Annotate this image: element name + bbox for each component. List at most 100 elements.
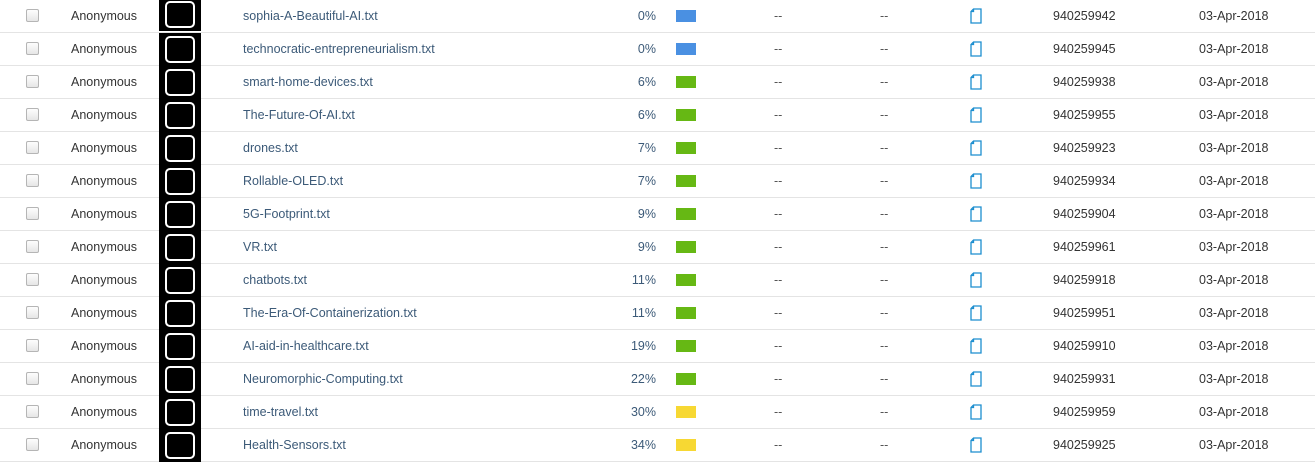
paper-title-link[interactable]: Neuromorphic-Computing.txt [243, 363, 403, 396]
grade-value: -- [774, 372, 783, 386]
table-row: Anonymous 5G-Footprint.txt 9% -- -- 9402… [0, 198, 1315, 231]
file-icon[interactable] [970, 437, 982, 453]
redacted-block [159, 231, 201, 264]
table-row: Anonymous technocratic-entrepreneurialis… [0, 33, 1315, 66]
table-row: Anonymous VR.txt 9% -- -- 940259961 03-A… [0, 231, 1315, 264]
paper-title-link[interactable]: drones.txt [243, 132, 298, 165]
similarity-color-bar [676, 307, 696, 319]
response-value: -- [880, 273, 889, 287]
submission-date: 03-Apr-2018 [1199, 174, 1269, 188]
submission-date: 03-Apr-2018 [1199, 141, 1269, 155]
similarity-percent[interactable]: 22% [616, 363, 656, 396]
similarity-percent[interactable]: 9% [616, 231, 656, 264]
grade-value: -- [774, 9, 783, 23]
paper-title-link[interactable]: chatbots.txt [243, 264, 307, 297]
paper-id: 940259938 [1053, 75, 1116, 89]
similarity-percent[interactable]: 30% [616, 396, 656, 429]
paper-id: 940259945 [1053, 42, 1116, 56]
file-icon[interactable] [970, 272, 982, 288]
row-checkbox[interactable] [26, 174, 39, 187]
table-row: Anonymous Rollable-OLED.txt 7% -- -- 940… [0, 165, 1315, 198]
paper-title-link[interactable]: time-travel.txt [243, 396, 318, 429]
paper-id: 940259910 [1053, 339, 1116, 353]
row-checkbox[interactable] [26, 75, 39, 88]
grade-value: -- [774, 240, 783, 254]
similarity-percent[interactable]: 11% [616, 297, 656, 330]
row-checkbox[interactable] [26, 339, 39, 352]
paper-title-link[interactable]: The-Future-Of-AI.txt [243, 99, 355, 132]
submission-date: 03-Apr-2018 [1199, 207, 1269, 221]
grade-value: -- [774, 42, 783, 56]
response-value: -- [880, 141, 889, 155]
grade-value: -- [774, 174, 783, 188]
redaction-mark [165, 102, 195, 129]
paper-title-link[interactable]: Health-Sensors.txt [243, 429, 346, 462]
similarity-color-bar [676, 76, 696, 88]
file-icon[interactable] [970, 206, 982, 222]
redaction-mark [165, 366, 195, 393]
paper-title-link[interactable]: sophia-A-Beautiful-AI.txt [243, 0, 378, 33]
similarity-percent[interactable]: 0% [616, 33, 656, 66]
paper-title-link[interactable]: AI-aid-in-healthcare.txt [243, 330, 369, 363]
paper-title-link[interactable]: VR.txt [243, 231, 277, 264]
table-row: Anonymous sophia-A-Beautiful-AI.txt 0% -… [0, 0, 1315, 33]
similarity-percent[interactable]: 7% [616, 132, 656, 165]
paper-id: 940259942 [1053, 9, 1116, 23]
row-checkbox[interactable] [26, 438, 39, 451]
redaction-mark [165, 36, 195, 63]
response-value: -- [880, 339, 889, 353]
paper-title-link[interactable]: 5G-Footprint.txt [243, 198, 330, 231]
row-checkbox[interactable] [26, 207, 39, 220]
paper-id: 940259951 [1053, 306, 1116, 320]
submission-date: 03-Apr-2018 [1199, 372, 1269, 386]
row-checkbox[interactable] [26, 42, 39, 55]
response-value: -- [880, 108, 889, 122]
paper-id: 940259934 [1053, 174, 1116, 188]
row-checkbox[interactable] [26, 141, 39, 154]
row-checkbox[interactable] [26, 108, 39, 121]
file-icon[interactable] [970, 338, 982, 354]
redacted-block [159, 99, 201, 132]
author-name: Anonymous [71, 240, 138, 254]
file-icon[interactable] [970, 74, 982, 90]
file-icon[interactable] [970, 305, 982, 321]
redaction-mark [165, 135, 195, 162]
file-icon[interactable] [970, 8, 982, 24]
row-checkbox[interactable] [26, 306, 39, 319]
paper-title-link[interactable]: The-Era-Of-Containerization.txt [243, 297, 417, 330]
row-checkbox[interactable] [26, 372, 39, 385]
redacted-block [159, 0, 201, 31]
file-icon[interactable] [970, 107, 982, 123]
similarity-percent[interactable]: 6% [616, 99, 656, 132]
similarity-percent[interactable]: 0% [616, 0, 656, 33]
similarity-percent[interactable]: 6% [616, 66, 656, 99]
paper-title-link[interactable]: technocratic-entrepreneurialism.txt [243, 33, 435, 66]
paper-id: 940259918 [1053, 273, 1116, 287]
paper-title-link[interactable]: Rollable-OLED.txt [243, 165, 343, 198]
submissions-table: Anonymous sophia-A-Beautiful-AI.txt 0% -… [0, 0, 1315, 462]
author-name: Anonymous [71, 339, 138, 353]
file-icon[interactable] [970, 41, 982, 57]
table-row: Anonymous Health-Sensors.txt 34% -- -- 9… [0, 429, 1315, 462]
similarity-color-bar [676, 175, 696, 187]
file-icon[interactable] [970, 404, 982, 420]
paper-title-link[interactable]: smart-home-devices.txt [243, 66, 373, 99]
similarity-color-bar [676, 43, 696, 55]
file-icon[interactable] [970, 239, 982, 255]
row-checkbox[interactable] [26, 405, 39, 418]
redacted-block [159, 33, 201, 66]
similarity-percent[interactable]: 19% [616, 330, 656, 363]
submission-date: 03-Apr-2018 [1199, 42, 1269, 56]
similarity-percent[interactable]: 34% [616, 429, 656, 462]
similarity-percent[interactable]: 7% [616, 165, 656, 198]
author-name: Anonymous [71, 9, 138, 23]
file-icon[interactable] [970, 140, 982, 156]
file-icon[interactable] [970, 371, 982, 387]
row-checkbox[interactable] [26, 273, 39, 286]
redaction-mark [165, 333, 195, 360]
row-checkbox[interactable] [26, 9, 39, 22]
row-checkbox[interactable] [26, 240, 39, 253]
similarity-percent[interactable]: 11% [616, 264, 656, 297]
file-icon[interactable] [970, 173, 982, 189]
similarity-percent[interactable]: 9% [616, 198, 656, 231]
